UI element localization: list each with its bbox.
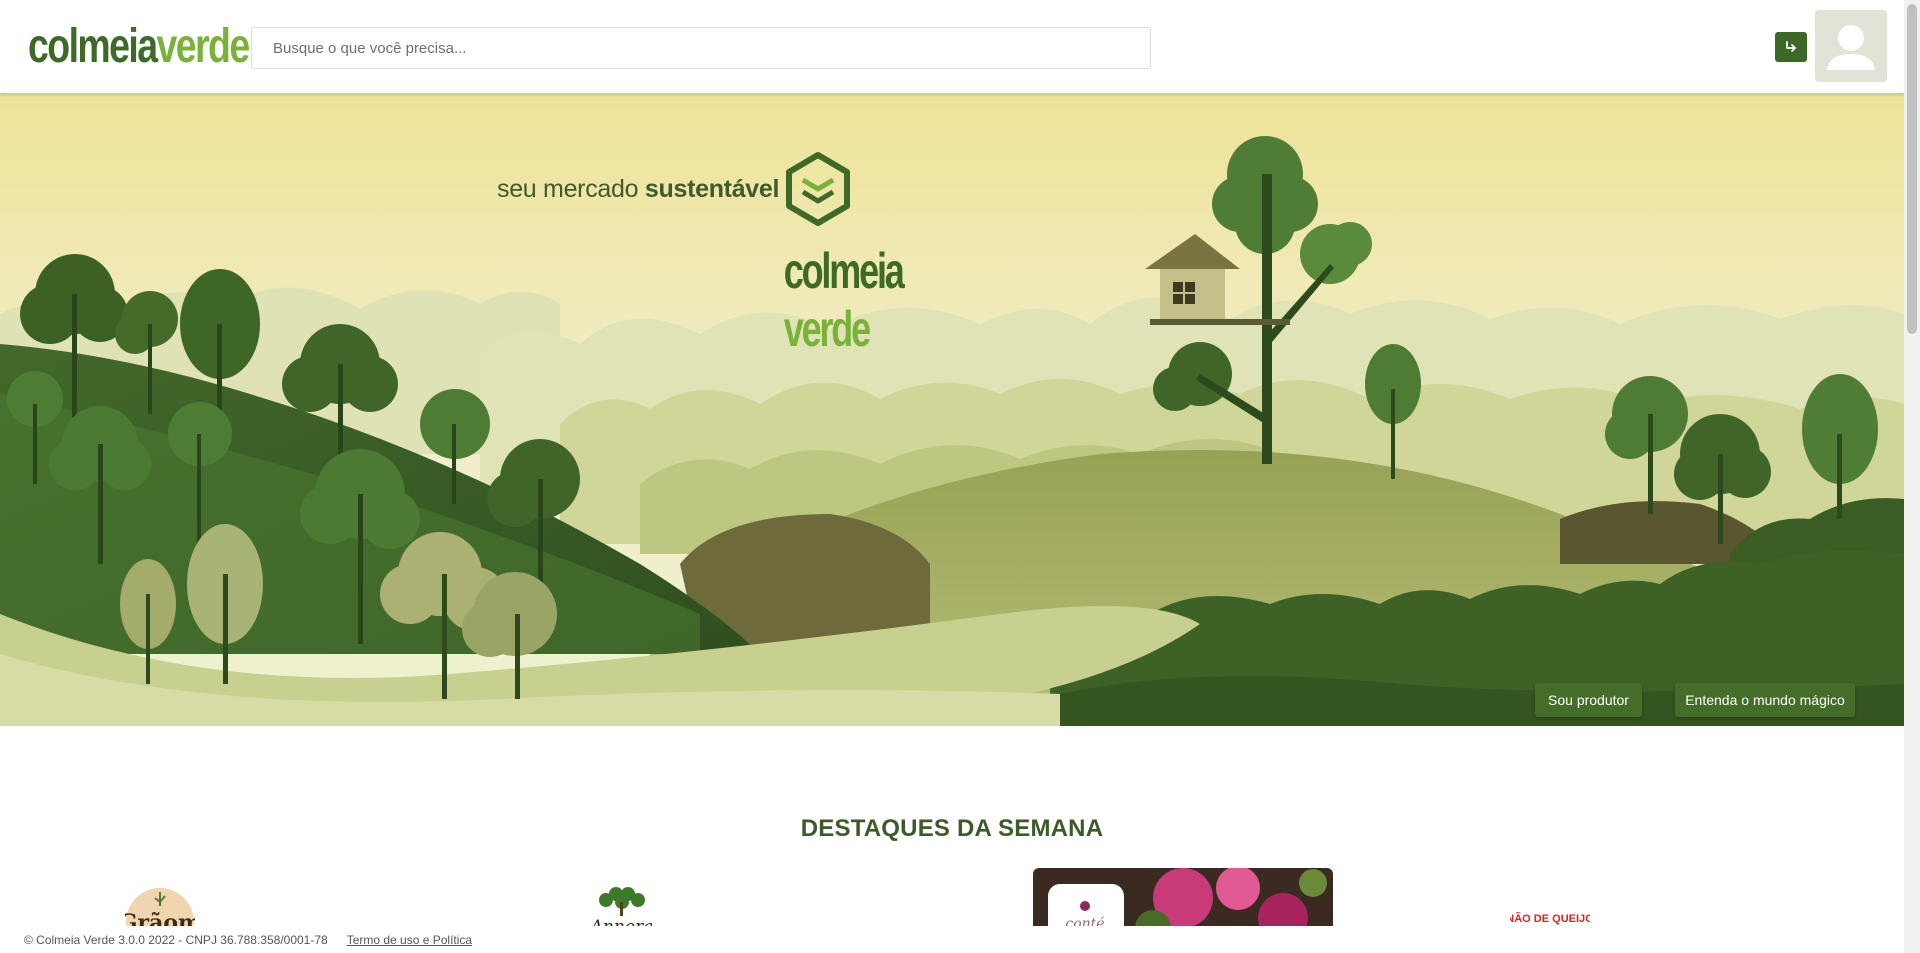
search-box (251, 27, 1151, 69)
login-arrow-icon (1786, 41, 1796, 52)
highlights-title: DESTAQUES DA SEMANA (0, 815, 1904, 843)
scrollbar-thumb[interactable] (1907, 4, 1917, 334)
brand-naode-text: NÃO DE QUEIJO (1510, 912, 1590, 925)
hero-landscape-illustration (0, 94, 1904, 726)
highlights-title-bold: DESTAQUES (800, 815, 951, 842)
logo-text: colmeiaverde (28, 20, 251, 73)
hero-tagline: seu mercado sustentável (497, 175, 779, 204)
logo-link[interactable]: colmeiaverde (14, 14, 250, 80)
search-input[interactable] (252, 28, 1150, 68)
highlights-title-rest: DA SEMANA (957, 815, 1104, 842)
footer-copyright: © Colmeia Verde 3.0.0 2022 - CNPJ 36.788… (24, 932, 328, 947)
page: colmeiaverde Busque o que você precisa..… (0, 0, 1920, 953)
tagline-bold: sustentável (644, 175, 780, 203)
hero-logo-text: colmeia verde (783, 242, 905, 358)
user-avatar-icon (1827, 25, 1875, 70)
sou-produtor-button[interactable]: Sou produtor (1535, 683, 1642, 717)
logo-word-verde: verde (156, 20, 251, 73)
entenda-mundo-magico-button[interactable]: Entenda o mundo mágico (1675, 683, 1855, 717)
tagline-prefix: seu mercado (497, 175, 639, 203)
terms-link[interactable]: Termo de uso e Política (347, 933, 472, 947)
logo-word-colmeia: colmeia (28, 20, 158, 73)
user-avatar[interactable] (1815, 10, 1887, 82)
hero-banner: seu mercado sustentável colmeia verde (0, 94, 1904, 726)
hero-logo-word-colmeia: colmeia (783, 243, 905, 299)
top-header: colmeiaverde (0, 0, 1904, 94)
login-button[interactable] (1775, 32, 1807, 62)
hero-logo-word-verde: verde (783, 301, 871, 357)
footer: © Colmeia Verde 3.0.0 2022 - CNPJ 36.788… (0, 926, 1904, 953)
vertical-scrollbar[interactable] (1904, 0, 1920, 953)
